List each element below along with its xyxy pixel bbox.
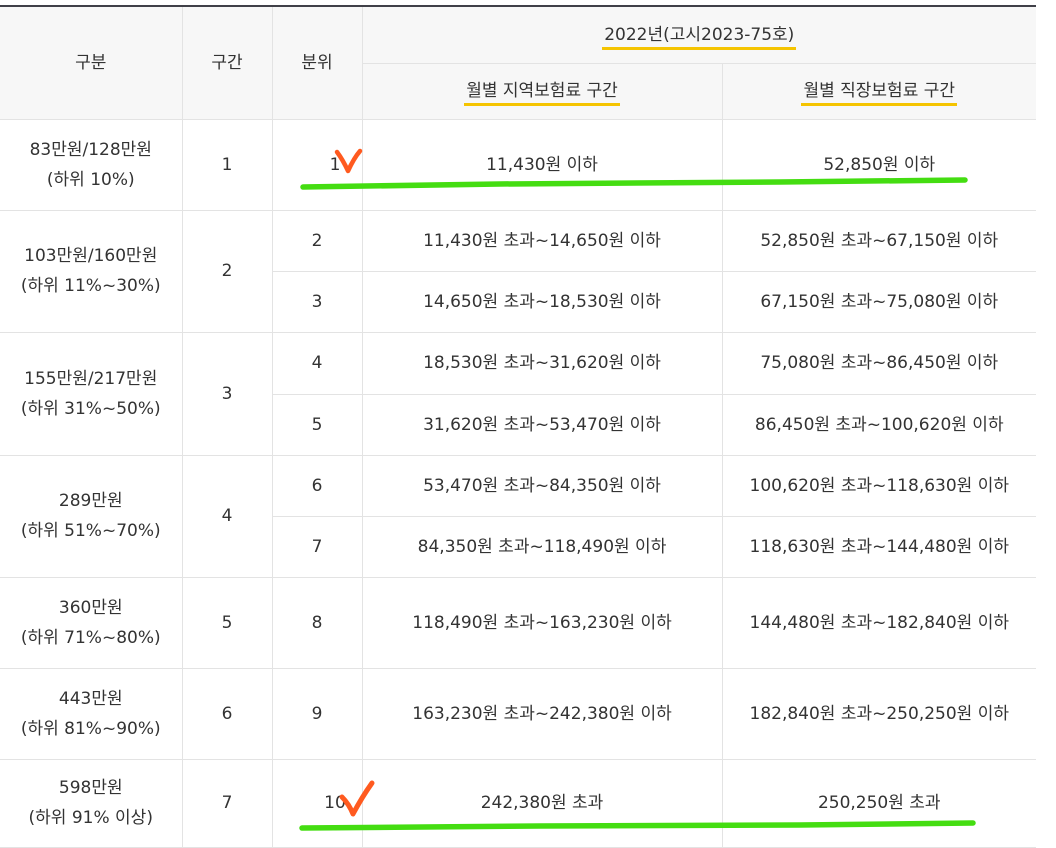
- regional-cell: 18,530원 초과~31,620원 이하: [361, 331, 723, 395]
- income-amount: 598만원: [58, 778, 123, 798]
- income-cell: 103만원/160만원 (하위 11%~30%): [0, 209, 183, 333]
- premium-section-table: 구분 구간 분위 2022년(고시2023-75호) 월별 지역보험료 구간 월…: [0, 7, 1036, 848]
- regional-cell: 163,230원 초과~242,380원 이하: [361, 667, 723, 760]
- decile-cell: 9: [271, 667, 363, 760]
- workplace-cell: 182,840원 초과~250,250원 이하: [721, 667, 1036, 760]
- income-amount: 83만원/128만원: [29, 139, 152, 160]
- table-row: 443만원 (하위 81%~90%) 6 9 163,230원 초과~242,3…: [0, 667, 1036, 760]
- header-regional-label: 월별 지역보험료 구간: [464, 79, 620, 106]
- section-cell: 3: [181, 331, 273, 456]
- income-percent: (하위 11%~30%): [20, 276, 161, 296]
- income-percent: (하위 81%~90%): [20, 718, 161, 739]
- income-percent: (하위 51%~70%): [20, 521, 161, 541]
- section-cell: 6: [181, 667, 273, 760]
- decile-cell: 7: [272, 515, 363, 578]
- regional-cell: 242,380원 초과: [361, 758, 723, 848]
- workplace-cell: 144,480원 초과~182,840원 이하: [721, 576, 1036, 669]
- header-decile: 분위: [271, 7, 363, 120]
- workplace-cell: 75,080원 초과~86,450원 이하: [721, 331, 1036, 395]
- decile-cell: 5: [272, 393, 363, 456]
- section-cell: 1: [181, 118, 273, 211]
- workplace-cell: 67,150원 초과~75,080원 이하: [721, 270, 1036, 333]
- income-cell: 289만원 (하위 51%~70%): [0, 454, 183, 578]
- workplace-cell: 118,630원 초과~144,480원 이하: [721, 515, 1036, 578]
- income-percent: (하위 91% 이상): [28, 808, 153, 828]
- workplace-cell: 250,250원 초과: [721, 758, 1036, 848]
- section-cell: 7: [181, 758, 273, 848]
- regional-cell: 11,430원 초과~14,650원 이하: [361, 209, 723, 272]
- table-row: 289만원 (하위 51%~70%) 4 6 53,470원 초과~84,350…: [0, 454, 1036, 578]
- section-cell: 5: [181, 576, 273, 669]
- income-cell: 443만원 (하위 81%~90%): [0, 667, 183, 760]
- regional-cell: 31,620원 초과~53,470원 이하: [361, 393, 723, 456]
- income-percent: (하위 71%~80%): [20, 627, 161, 648]
- income-percent: (하위 10%): [46, 169, 135, 190]
- regional-cell: 11,430원 이하: [361, 118, 723, 211]
- header-category: 구분: [0, 7, 183, 120]
- income-amount: 155만원/217만원: [24, 368, 158, 389]
- header-year-group: 2022년(고시2023-75호): [361, 7, 1036, 64]
- workplace-cell: 52,850원 이하: [721, 118, 1036, 211]
- table-row: 83만원/128만원 (하위 10%) 1 1 11,430원 이하 52,85…: [0, 118, 1036, 211]
- section-cell: 2: [181, 209, 273, 333]
- decile-cell: 6: [271, 454, 363, 517]
- income-amount: 443만원: [58, 688, 123, 709]
- header-year-label: 2022년(고시2023-75호): [602, 23, 797, 50]
- income-cell: 360만원 (하위 71%~80%): [0, 576, 183, 669]
- decile-cell: 4: [271, 331, 363, 395]
- workplace-cell: 86,450원 초과~100,620원 이하: [721, 393, 1036, 456]
- table-row: 103만원/160만원 (하위 11%~30%) 2 2 11,430원 초과~…: [0, 209, 1036, 333]
- income-cell: 598만원 (하위 91% 이상): [0, 758, 183, 848]
- insurance-premium-table-page: 구분 구간 분위 2022년(고시2023-75호) 월별 지역보험료 구간 월…: [0, 0, 1056, 848]
- header-section: 구간: [181, 7, 273, 120]
- income-cell: 155만원/217만원 (하위 31%~50%): [0, 331, 183, 456]
- section-cell: 4: [181, 454, 273, 578]
- decile-cell: 2: [271, 209, 363, 272]
- regional-cell: 118,490원 초과~163,230원 이하: [361, 576, 723, 669]
- regional-cell: 53,470원 초과~84,350원 이하: [361, 454, 723, 517]
- regional-cell: 14,650원 초과~18,530원 이하: [361, 270, 723, 333]
- income-cell: 83만원/128만원 (하위 10%): [0, 118, 183, 211]
- header-workplace-label: 월별 직장보험료 구간: [801, 79, 958, 106]
- income-amount: 360만원: [58, 597, 123, 618]
- table-row: 360만원 (하위 71%~80%) 5 8 118,490원 초과~163,2…: [0, 576, 1036, 669]
- workplace-cell: 52,850원 초과~67,150원 이하: [721, 209, 1036, 272]
- workplace-cell: 100,620원 초과~118,630원 이하: [721, 454, 1036, 517]
- decile-cell: 3: [272, 270, 363, 333]
- income-amount: 103만원/160만원: [24, 246, 158, 266]
- header-regional: 월별 지역보험료 구간: [362, 62, 723, 120]
- income-percent: (하위 31%~50%): [20, 398, 161, 419]
- header-workplace: 월별 직장보험료 구간: [721, 62, 1036, 120]
- decile-cell: 8: [271, 576, 363, 669]
- table-row: 598만원 (하위 91% 이상) 7 10 242,380원 초과 250,2…: [0, 758, 1036, 848]
- income-amount: 289만원: [58, 491, 123, 511]
- decile-cell: 1: [271, 118, 363, 211]
- table-row: 155만원/217만원 (하위 31%~50%) 3 4 18,530원 초과~…: [0, 331, 1036, 456]
- decile-cell: 10: [271, 758, 363, 848]
- regional-cell: 84,350원 초과~118,490원 이하: [361, 515, 723, 578]
